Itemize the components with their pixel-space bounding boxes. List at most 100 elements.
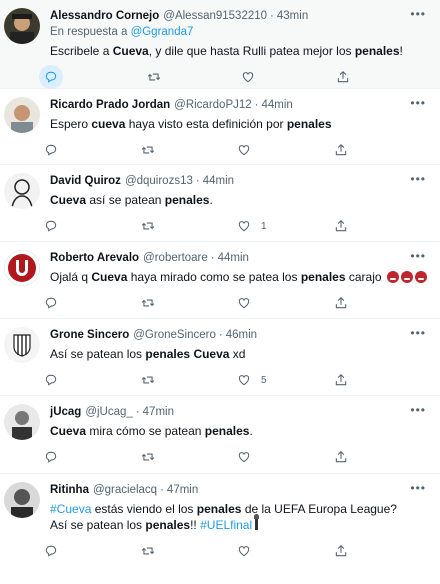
avatar[interactable] — [4, 250, 40, 286]
tweet-text-segment: estás viendo el los — [91, 502, 197, 516]
retweet-button[interactable] — [141, 143, 238, 157]
author-handle[interactable]: @robertoare — [143, 250, 208, 266]
author-handle[interactable]: @RicardoPJ12 — [174, 97, 252, 113]
avatar[interactable] — [4, 327, 40, 363]
retweet-button[interactable] — [141, 450, 238, 464]
timestamp[interactable]: 46min — [226, 327, 257, 343]
author-handle[interactable]: @dquirozs13 — [125, 173, 193, 189]
timestamp[interactable]: 44min — [218, 250, 249, 266]
reply-button[interactable] — [44, 450, 141, 464]
avatar[interactable] — [4, 173, 40, 209]
more-icon[interactable]: ••• — [410, 250, 426, 262]
author-handle[interactable]: @Alessan91532210 — [163, 8, 267, 24]
more-icon[interactable]: ••• — [410, 173, 426, 185]
author-name[interactable]: Roberto Arevalo — [50, 250, 139, 266]
share-button[interactable] — [336, 70, 430, 84]
like-button[interactable] — [237, 450, 334, 464]
reply-button[interactable] — [44, 544, 141, 558]
tweet-text: Cueva así se patean penales. — [50, 192, 430, 208]
reply-button[interactable] — [44, 296, 141, 310]
hashtag-link[interactable]: #Cueva — [50, 502, 91, 516]
keyword-text: penales — [164, 193, 210, 207]
tweet[interactable]: Ricardo Prado Jordan @RicardoPJ12 · 44mi… — [0, 89, 440, 165]
author-handle[interactable]: @gracielacq — [93, 482, 157, 498]
keyword-text: penales — [145, 347, 191, 361]
author-handle[interactable]: @jUcag_ — [85, 404, 132, 420]
reply-to-link[interactable]: @Ggranda7 — [131, 26, 194, 38]
like-button[interactable]: 5 — [237, 373, 334, 387]
retweet-icon — [141, 453, 154, 461]
avatar[interactable] — [4, 404, 40, 440]
author-name[interactable]: Grone Sincero — [50, 327, 129, 343]
tweet-text-segment: , y dile que hasta Rulli patea mejor los — [148, 44, 355, 58]
more-icon[interactable]: ••• — [410, 482, 426, 494]
retweet-button[interactable] — [147, 70, 241, 84]
tweet[interactable]: David Quiroz @dquirozs13 · 44min ••• Cue… — [0, 165, 440, 242]
retweet-icon — [141, 376, 154, 384]
more-icon[interactable]: ••• — [410, 8, 426, 20]
author-name[interactable]: David Quiroz — [50, 173, 121, 189]
timestamp[interactable]: 47min — [143, 404, 174, 420]
separator-dot: · — [135, 406, 140, 418]
author-name[interactable]: Ricardo Prado Jordan — [50, 97, 170, 113]
avatar[interactable] — [4, 482, 40, 518]
retweet-button[interactable] — [141, 544, 238, 558]
reply-button[interactable] — [44, 143, 141, 157]
avatar[interactable] — [4, 97, 40, 133]
tweet-actions — [44, 291, 430, 315]
share-button[interactable] — [334, 296, 431, 310]
retweet-icon — [141, 547, 154, 555]
reply-context: En respuesta a @Ggranda7 — [50, 24, 430, 40]
tweet-feed: Alessandro Cornejo @Alessan91532210 · 43… — [0, 0, 440, 584]
like-button[interactable] — [237, 296, 334, 310]
retweet-icon — [141, 222, 154, 230]
keyword-text: cueva — [91, 117, 126, 131]
like-icon — [238, 221, 250, 232]
hashtag-link[interactable]: #UELfinal — [200, 518, 252, 532]
reply-button[interactable] — [44, 373, 141, 387]
tweet-actions: 5 — [44, 368, 430, 392]
share-icon — [335, 144, 346, 156]
timestamp[interactable]: 43min — [277, 8, 308, 24]
tweet[interactable]: jUcag @jUcag_ · 47min ••• Cueva mira cóm… — [0, 396, 440, 474]
tweet[interactable]: Ritinha @gracielacq · 47min ••• #Cueva e… — [0, 474, 440, 584]
retweet-button[interactable] — [141, 373, 238, 387]
like-button[interactable] — [237, 544, 334, 558]
retweet-button[interactable] — [141, 296, 238, 310]
timestamp[interactable]: 44min — [262, 97, 293, 113]
reply-icon — [45, 374, 57, 386]
reply-button[interactable] — [39, 65, 147, 89]
separator-dot: · — [160, 484, 164, 496]
like-icon — [238, 546, 250, 557]
author-name[interactable]: Ritinha — [50, 482, 89, 498]
tweet-text: #Cueva estás viendo el los penales de la… — [50, 501, 430, 533]
share-button[interactable] — [334, 219, 431, 233]
tweet[interactable]: Roberto Arevalo @robertoare · 44min ••• … — [0, 242, 440, 319]
share-button[interactable] — [334, 143, 431, 157]
share-button[interactable] — [334, 373, 431, 387]
like-button[interactable] — [241, 70, 335, 84]
retweet-button[interactable] — [141, 219, 238, 233]
like-button[interactable] — [237, 143, 334, 157]
share-button[interactable] — [334, 544, 431, 558]
like-button[interactable]: 1 — [237, 219, 334, 233]
share-button[interactable] — [334, 450, 431, 464]
separator-dot: · — [195, 175, 200, 187]
author-handle[interactable]: @GroneSincero — [133, 327, 216, 343]
tweet-text-segment: !! — [190, 518, 201, 532]
tweet[interactable]: Alessandro Cornejo @Alessan91532210 · 43… — [0, 0, 440, 89]
reply-icon[interactable] — [39, 65, 63, 89]
tweet[interactable]: Grone Sincero @GroneSincero · 46min ••• … — [0, 319, 440, 396]
timestamp[interactable]: 44min — [203, 173, 234, 189]
more-icon[interactable]: ••• — [410, 404, 426, 416]
timestamp[interactable]: 47min — [167, 482, 198, 498]
avatar[interactable] — [4, 8, 40, 44]
tweet-text-segment: Así se patean los — [50, 518, 146, 532]
more-icon[interactable]: ••• — [410, 97, 426, 109]
more-icon[interactable]: ••• — [410, 327, 426, 339]
like-icon — [238, 452, 250, 463]
tweet-text: Cueva mira cómo se patean penales. — [50, 423, 430, 439]
reply-button[interactable] — [44, 219, 141, 233]
author-name[interactable]: jUcag — [50, 404, 81, 420]
author-name[interactable]: Alessandro Cornejo — [50, 8, 159, 24]
